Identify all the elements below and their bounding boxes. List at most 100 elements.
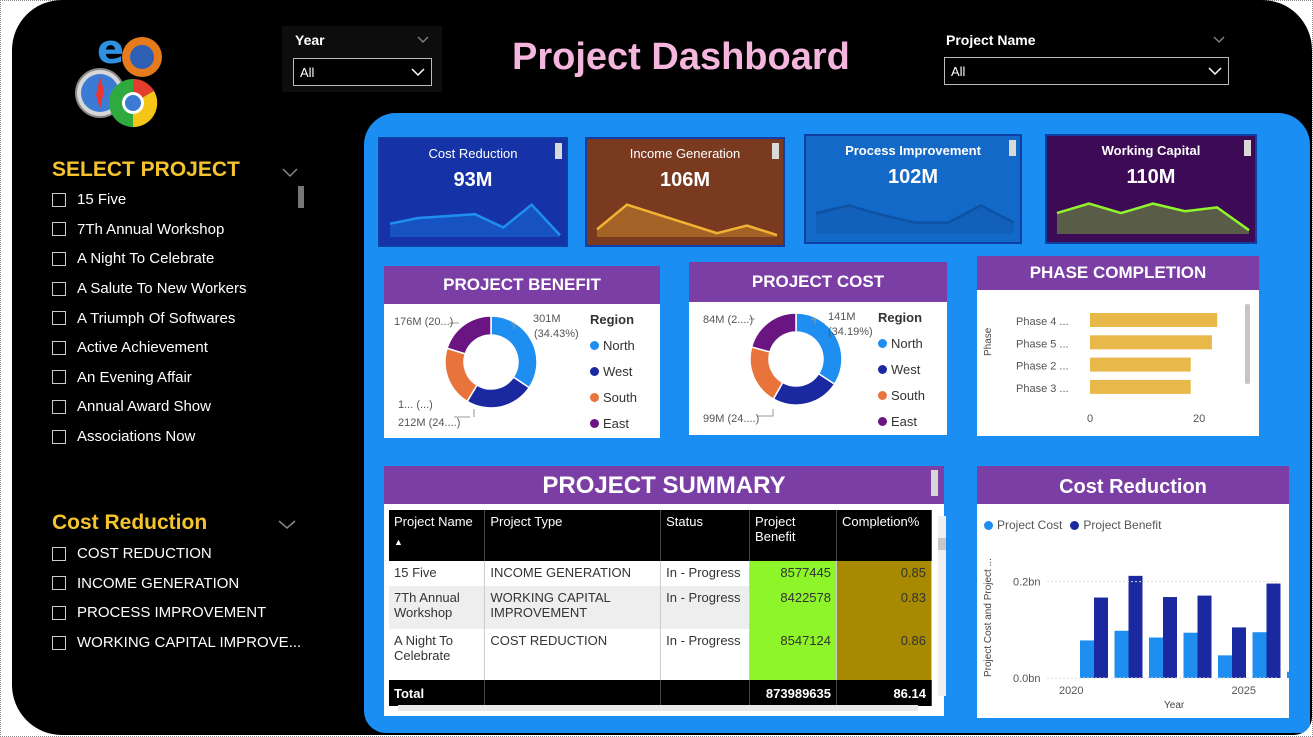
slicer-item-7th-annual-workshop[interactable]: 7Th Annual Workshop [52, 215, 312, 245]
legend-item-north[interactable]: North [590, 332, 637, 358]
slicer-item-label: Active Achievement [77, 339, 208, 357]
scrollbar[interactable] [1244, 140, 1251, 156]
legend-item-south[interactable]: South [590, 384, 637, 410]
checkbox[interactable] [52, 429, 66, 444]
bar-project-cost-2024[interactable] [1218, 655, 1232, 678]
legend-item-north[interactable]: North [878, 330, 925, 356]
checkbox[interactable] [52, 576, 66, 591]
bar-project-cost-2023[interactable] [1183, 632, 1198, 678]
scrollbar[interactable] [298, 186, 304, 208]
slicer-item-15-five[interactable]: 15 Five [52, 185, 312, 215]
donut-slice-east[interactable] [750, 312, 797, 353]
slicer-item-income-generation[interactable]: INCOME GENERATION [52, 569, 312, 599]
legend-title: Region [590, 312, 635, 327]
slicer-item-annual-award-show[interactable]: Annual Award Show [52, 392, 312, 422]
sort-ascending-icon[interactable]: ▲ [394, 537, 479, 547]
checkbox[interactable] [52, 340, 66, 355]
chevron-down-icon[interactable] [278, 520, 296, 530]
scrollbar[interactable] [931, 470, 938, 496]
legend-item-west[interactable]: West [878, 356, 925, 382]
bar-project-cost-2022[interactable] [1149, 637, 1163, 678]
chevron-down-icon[interactable] [1213, 36, 1225, 44]
legend-label: North [891, 335, 923, 351]
bar-project-benefit-2020[interactable] [1094, 597, 1108, 678]
slicer-item-process-improvement[interactable]: PROCESS IMPROVEMENT [52, 598, 312, 628]
bar-project-cost-2021[interactable] [1114, 630, 1129, 678]
project-name-filter: Project Name All [932, 26, 1232, 86]
column-header-project-type[interactable]: Project Type [484, 510, 662, 561]
bar-project-benefit-2024[interactable] [1232, 627, 1246, 678]
checkbox[interactable] [52, 546, 66, 561]
cell-completion: 0.83 [836, 586, 932, 629]
checkbox[interactable] [52, 399, 66, 414]
legend-item-south[interactable]: South [878, 382, 925, 408]
bar-project-benefit-2023[interactable] [1197, 595, 1212, 678]
bar-project-benefit-2025[interactable] [1266, 583, 1281, 678]
y-tick-label: 0.0bn [1013, 673, 1041, 685]
phase-bar[interactable] [1090, 357, 1191, 372]
donut-slice-west[interactable] [772, 372, 836, 406]
slicer-item-cost-reduction[interactable]: COST REDUCTION [52, 539, 312, 569]
table-horizontal-scrollbar[interactable] [398, 705, 918, 711]
slicer-item-a-salute-to-new-workers[interactable]: A Salute To New Workers [52, 274, 312, 304]
type-list: COST REDUCTION INCOME GENERATION PROCESS I… [52, 539, 312, 657]
checkbox[interactable] [52, 222, 66, 237]
legend-item-east[interactable]: East [590, 410, 637, 436]
legend-label: South [891, 387, 925, 403]
cost-reduction-slicer: Cost Reduction COST REDUCTION INCOME GENE… [52, 511, 312, 657]
checkbox[interactable] [52, 370, 66, 385]
year-dropdown[interactable]: All [293, 58, 432, 86]
bar-project-cost-2020[interactable] [1080, 640, 1094, 678]
cost-east-label: 84M (2....) [703, 314, 754, 326]
kpi-value: 106M [659, 169, 711, 191]
scrollbar[interactable] [555, 143, 562, 159]
bar-project-cost-2025[interactable] [1252, 632, 1267, 678]
kpi-card-process-improvement: Process Improvement 102M [804, 134, 1022, 244]
table-row[interactable]: 15 Five INCOME GENERATION In - Progress 857… [389, 561, 932, 586]
slicer-item-active-achievement[interactable]: Active Achievement [52, 333, 312, 363]
slicer-item-label: 15 Five [77, 191, 127, 209]
phase-bar[interactable] [1090, 379, 1191, 394]
phase-bar[interactable] [1090, 335, 1212, 350]
column-header-project-name[interactable]: Project Name ▲ [389, 510, 486, 561]
year-filter: Year All [282, 26, 442, 92]
phase-x-tick: 20 [1193, 413, 1205, 425]
legend-item-west[interactable]: West [590, 358, 637, 384]
project-cost-legend: Region North West South East [878, 310, 925, 434]
column-header-project-benefit[interactable]: Project Benefit [749, 510, 837, 561]
slicer-item-working-capital-improve[interactable]: WORKING CAPITAL IMPROVE... [52, 628, 312, 658]
table-row[interactable]: 7Th Annual Workshop WORKING CAPITAL IMPRO… [389, 586, 932, 629]
slicer-item-an-evening-affair[interactable]: An Evening Affair [52, 363, 312, 393]
table-vertical-scrollbar[interactable] [938, 516, 946, 696]
bar-project-cost-2026[interactable] [1287, 671, 1289, 678]
scrollbar[interactable] [772, 143, 779, 159]
chevron-down-icon[interactable] [282, 168, 298, 178]
checkbox[interactable] [52, 281, 66, 296]
slicer-item-associations-now[interactable]: Associations Now [52, 422, 312, 452]
donut-slice-west[interactable] [466, 376, 531, 409]
table-row[interactable]: A Night To Celebrate COST REDUCTION In - P… [389, 629, 932, 672]
legend-item-east[interactable]: East [878, 408, 925, 434]
checkbox[interactable] [52, 605, 66, 620]
checkbox[interactable] [52, 311, 66, 326]
checkbox[interactable] [52, 251, 66, 266]
checkbox[interactable] [52, 635, 66, 650]
donut-slice-south[interactable] [749, 346, 784, 401]
phase-bar-chart: Phase 4 ... Phase 5 ... Phase 2 ... Phase 3… [1016, 313, 1218, 425]
bar-project-benefit-2021[interactable] [1128, 575, 1143, 678]
donut-slice-east[interactable] [446, 315, 492, 355]
chevron-down-icon[interactable] [417, 36, 429, 44]
slicer-item-a-night-to-celebrate[interactable]: A Night To Celebrate [52, 244, 312, 274]
browser-logo-icon: e [75, 33, 162, 128]
scrollbar[interactable] [1245, 304, 1250, 384]
checkbox[interactable] [52, 192, 66, 207]
project-name-dropdown[interactable]: All [944, 57, 1229, 85]
cell-benefit: 8422578 [749, 586, 837, 629]
scrollbar[interactable] [1009, 140, 1016, 156]
phase-bar[interactable] [1090, 313, 1218, 327]
column-header-status[interactable]: Status [660, 510, 751, 561]
donut-slice-south[interactable] [444, 347, 479, 403]
bar-project-benefit-2022[interactable] [1163, 597, 1177, 678]
column-header-completion[interactable]: Completion% [836, 510, 932, 561]
slicer-item-a-triumph-of-softwares[interactable]: A Triumph Of Softwares [52, 303, 312, 333]
